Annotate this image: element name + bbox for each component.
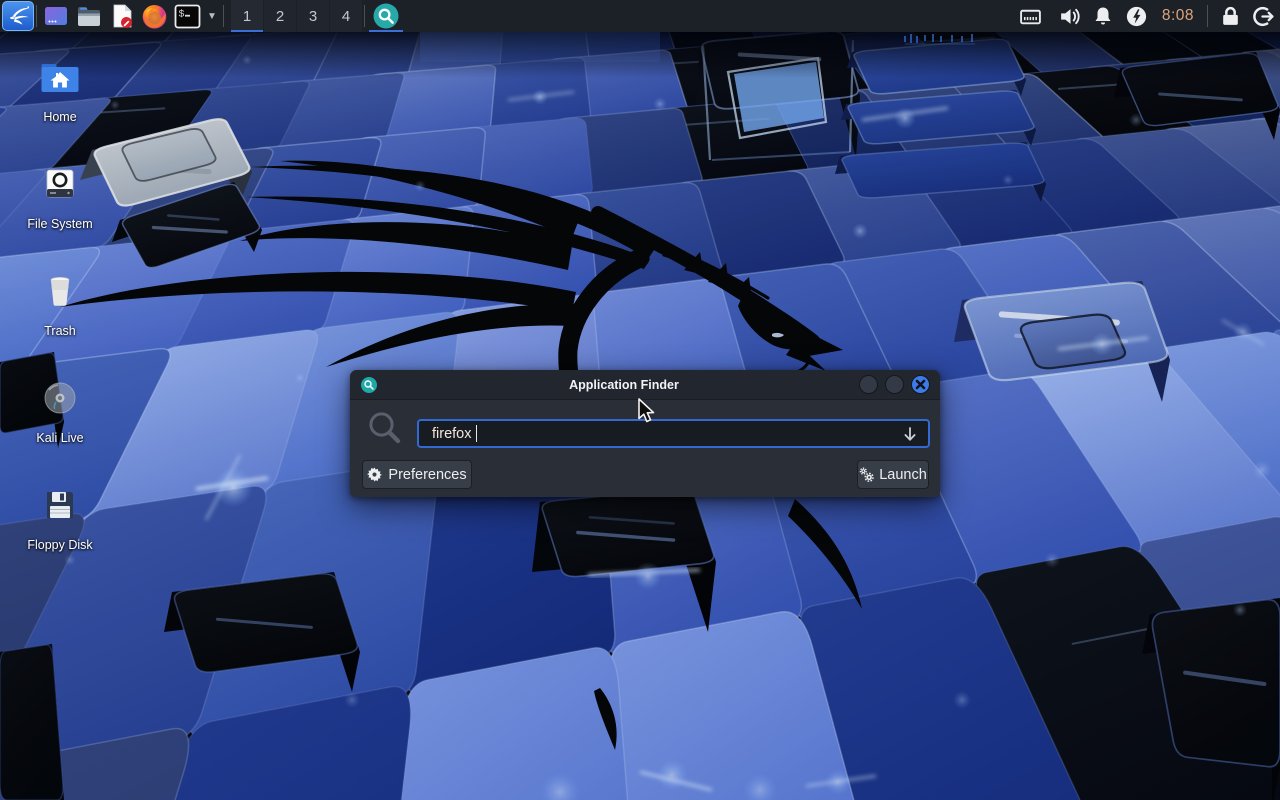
svg-text:$: $	[179, 8, 185, 20]
